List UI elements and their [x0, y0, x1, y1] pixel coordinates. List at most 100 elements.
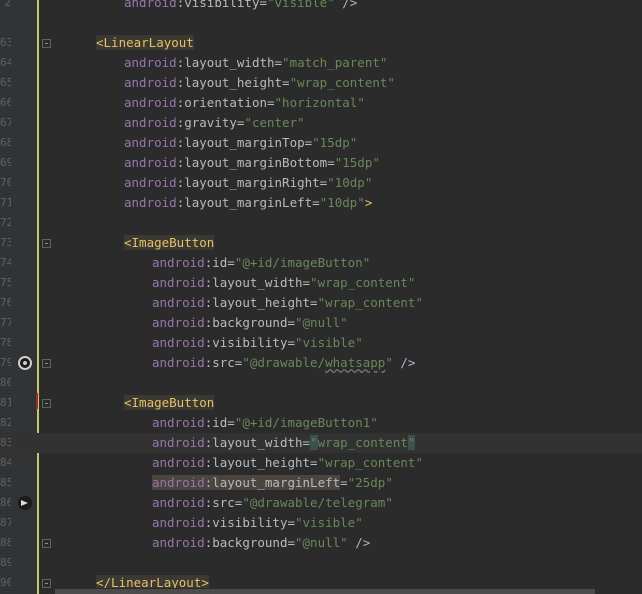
code-token: "@drawable/ [242, 355, 326, 370]
code-line[interactable]: 84 android:layout_height="wrap_content" [0, 453, 642, 473]
code-line[interactable]: 87 android:visibility="visible" [0, 513, 642, 533]
code-line[interactable]: 76 android:layout_height="wrap_content" [0, 293, 642, 313]
code-token: "10dp" [319, 195, 365, 210]
code-token: :visibility= [176, 0, 267, 10]
code-token: "visible" [295, 335, 363, 350]
code-line[interactable]: 82 android:id="@+id/imageButton1" [0, 413, 642, 433]
line-number: 85 [0, 476, 11, 489]
code-token: " [385, 355, 393, 370]
code-line[interactable]: 78 android:visibility="visible" [0, 333, 642, 353]
fold-toggle-icon[interactable] [42, 399, 51, 408]
code-line[interactable]: 65 android:layout_height="wrap_content" [0, 73, 642, 93]
code-text[interactable]: android:gravity="center" [124, 113, 305, 133]
code-line[interactable]: 81 <ImageButton [0, 393, 642, 413]
fold-toggle-icon[interactable] [42, 359, 51, 368]
line-number: 74 [0, 256, 11, 269]
code-token: :layout_marginLeft [204, 475, 341, 490]
code-line[interactable]: 66 android:orientation="horizontal" [0, 93, 642, 113]
code-token: android [124, 115, 177, 130]
code-token: :background= [204, 535, 295, 550]
code-text[interactable]: android:orientation="horizontal" [124, 93, 365, 113]
code-token: "match_parent" [282, 55, 388, 70]
code-token: " [407, 435, 416, 450]
code-text[interactable]: android:layout_marginLeft="25dp" [152, 473, 393, 493]
code-token: "@+id/imageButton" [234, 255, 371, 270]
code-text[interactable]: android:id="@+id/imageButton1" [152, 413, 378, 433]
code-line[interactable] [0, 13, 642, 33]
code-line[interactable]: 72 [0, 213, 642, 233]
code-token: :layout_width= [176, 55, 283, 70]
code-token: android [124, 75, 177, 90]
code-line[interactable]: 77 android:background="@null" [0, 313, 642, 333]
code-text[interactable]: <ImageButton [124, 233, 215, 253]
code-text[interactable]: android:layout_height="wrap_content" [152, 453, 423, 473]
horizontal-scrollbar[interactable] [55, 588, 642, 594]
code-token: /> [392, 355, 416, 370]
code-text[interactable]: android:background="@null" [152, 313, 348, 333]
code-line[interactable]: 89 [0, 553, 642, 573]
line-number: 79 [0, 356, 11, 369]
code-text[interactable]: <ImageButton [124, 393, 215, 413]
code-line[interactable]: 73 <ImageButton [0, 233, 642, 253]
code-token: "@drawable/telegram" [242, 495, 393, 510]
code-token: android [152, 495, 205, 510]
code-line[interactable]: 67 android:gravity="center" [0, 113, 642, 133]
code-text[interactable]: android:visibility="visible" /> [124, 0, 357, 13]
code-text[interactable]: android:id="@+id/imageButton" [152, 253, 370, 273]
code-text[interactable]: android:layout_marginRight="10dp" [124, 173, 372, 193]
code-line[interactable]: 71 android:layout_marginLeft="10dp"> [0, 193, 642, 213]
code-token: > [364, 195, 373, 210]
code-line[interactable]: 83 android:layout_width="wrap_content" [0, 433, 642, 453]
code-line[interactable]: 79 android:src="@drawable/whatsapp" /> [0, 353, 642, 373]
fold-toggle-icon[interactable] [42, 239, 51, 248]
line-number: 88 [0, 536, 11, 549]
code-line[interactable]: 63 <LinearLayout [0, 33, 642, 53]
code-token: android [152, 335, 205, 350]
code-line[interactable]: 2 android:visibility="visible" /> [0, 0, 642, 13]
code-text[interactable]: android:src="@drawable/whatsapp" /> [152, 353, 415, 373]
code-line[interactable]: 70 android:layout_marginRight="10dp" [0, 173, 642, 193]
fold-toggle-icon[interactable] [42, 539, 51, 548]
code-text[interactable]: android:layout_marginTop="15dp" [124, 133, 357, 153]
code-text[interactable]: android:layout_width="wrap_content" [152, 273, 415, 293]
code-line[interactable]: 80 [0, 373, 642, 393]
code-line[interactable]: 68 android:layout_marginTop="15dp" [0, 133, 642, 153]
code-token: "15dp" [312, 135, 358, 150]
fold-toggle-icon[interactable] [42, 39, 51, 48]
code-text[interactable]: android:visibility="visible" [152, 333, 363, 353]
line-number: 69 [0, 156, 11, 169]
code-token: :id= [204, 255, 235, 270]
code-line[interactable]: 85 android:layout_marginLeft="25dp" [0, 473, 642, 493]
code-line[interactable]: 88 android:background="@null" /> [0, 533, 642, 553]
line-number: 71 [0, 196, 11, 209]
code-text[interactable]: android:layout_marginLeft="10dp"> [124, 193, 372, 213]
fold-toggle-icon[interactable] [42, 579, 51, 588]
code-token: :layout_width= [204, 435, 311, 450]
code-token: "center" [244, 115, 305, 130]
code-line[interactable]: 74 android:id="@+id/imageButton" [0, 253, 642, 273]
code-token: :src= [204, 495, 243, 510]
line-number: 68 [0, 136, 11, 149]
code-text[interactable]: <LinearLayout [96, 33, 194, 53]
code-line[interactable]: 75 android:layout_width="wrap_content" [0, 273, 642, 293]
code-token: android [124, 55, 177, 70]
code-text[interactable]: android:layout_height="wrap_content" [124, 73, 395, 93]
code-token: android [152, 455, 205, 470]
code-text[interactable]: android:background="@null" /> [152, 533, 370, 553]
code-text[interactable]: android:layout_marginBottom="15dp" [124, 153, 380, 173]
code-text[interactable]: android:layout_width="wrap_content" [152, 433, 416, 453]
line-number: 2 [4, 0, 11, 9]
code-line[interactable]: 86 android:src="@drawable/telegram" [0, 493, 642, 513]
scrollbar-thumb[interactable] [55, 589, 595, 594]
code-text[interactable]: android:layout_width="match_parent" [124, 53, 387, 73]
code-line[interactable]: 69 android:layout_marginBottom="15dp" [0, 153, 642, 173]
code-text[interactable]: android:visibility="visible" [152, 513, 363, 533]
code-token: "wrap_content" [310, 275, 416, 290]
code-line[interactable]: 64 android:layout_width="match_parent" [0, 53, 642, 73]
code-token: android [152, 535, 205, 550]
line-number: 90 [0, 576, 11, 589]
code-text[interactable]: android:layout_height="wrap_content" [152, 293, 423, 313]
code-text[interactable]: android:src="@drawable/telegram" [152, 493, 393, 513]
line-number: 63 [0, 36, 11, 49]
code-token: :layout_height= [204, 295, 318, 310]
